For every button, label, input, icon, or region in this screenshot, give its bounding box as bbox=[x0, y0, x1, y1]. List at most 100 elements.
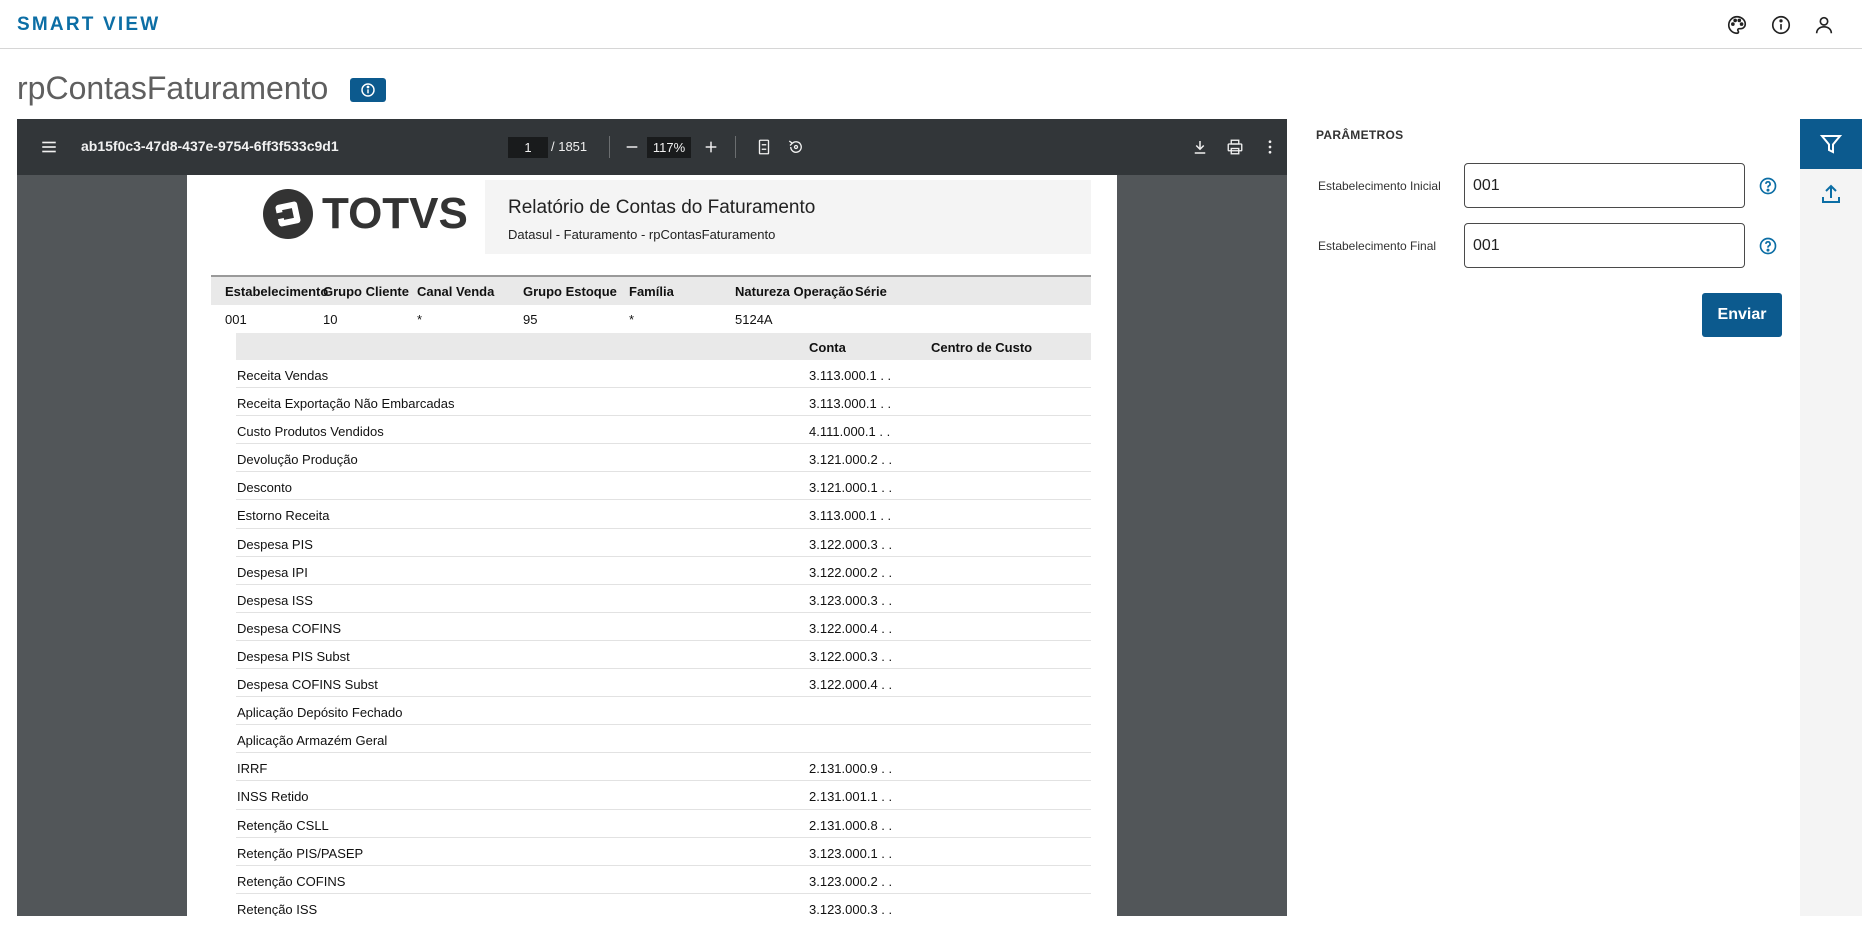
account-code: 3.123.000.2 . . bbox=[809, 873, 893, 889]
table-row: Retenção PIS/PASEP 3.123.000.1 . . bbox=[236, 838, 1091, 866]
account-name: Retenção COFINS bbox=[237, 873, 346, 889]
header-cell: Estabelecimento bbox=[225, 284, 329, 299]
account-code: 3.122.000.3 . . bbox=[809, 536, 893, 552]
table-row: Retenção ISS 3.123.000.3 . . bbox=[236, 894, 1091, 916]
estabelecimento-final-field[interactable] bbox=[1464, 223, 1745, 268]
account-name: Estorno Receita bbox=[237, 508, 330, 524]
account-name: INSS Retido bbox=[237, 789, 309, 805]
account-name: Retenção ISS bbox=[237, 901, 318, 916]
account-code: 4.111.000.1 . . bbox=[809, 424, 891, 440]
header-cell: Natureza Operação bbox=[735, 284, 854, 299]
minus-icon[interactable] bbox=[621, 136, 643, 158]
filter-header-row: Estabelecimento Grupo Cliente Canal Vend… bbox=[211, 275, 1091, 305]
pdf-viewer: ab15f0c3-47d8-437e-9754-6ff3f533c9d1 / 1… bbox=[17, 119, 1287, 916]
table-row: Retenção COFINS 3.123.000.2 . . bbox=[236, 866, 1091, 894]
report-header: Relatório de Contas do Faturamento Datas… bbox=[485, 180, 1091, 254]
header-cell: Série bbox=[855, 284, 887, 299]
account-code: 3.121.000.1 . . bbox=[809, 480, 893, 496]
account-code: 3.113.000.1 . . bbox=[809, 508, 892, 524]
header-cell: Grupo Cliente bbox=[323, 284, 409, 299]
account-name: Aplicação Depósito Fechado bbox=[237, 705, 403, 721]
estabelecimento-inicial-field[interactable] bbox=[1464, 163, 1745, 208]
palette-icon[interactable] bbox=[1726, 14, 1748, 36]
page-number-input[interactable] bbox=[508, 137, 548, 158]
help-icon[interactable] bbox=[1758, 176, 1778, 196]
header-cell: Centro de Custo bbox=[931, 340, 1033, 355]
account-name: IRRF bbox=[237, 761, 268, 777]
account-name: Aplicação Armazém Geral bbox=[237, 733, 388, 749]
table-row: Desconto 3.121.000.1 . . bbox=[236, 472, 1091, 501]
parameters-panel: PARÂMETROS Estabelecimento Inicial Estab… bbox=[1302, 119, 1800, 916]
logo-text: TOTVS bbox=[322, 189, 468, 238]
account-code: 3.122.000.4 . . bbox=[809, 677, 893, 693]
table-row: Receita Exportação Não Embarcadas 3.113.0… bbox=[236, 388, 1091, 417]
help-icon[interactable] bbox=[1758, 236, 1778, 256]
table-row: Despesa ISS 3.123.000.3 . . bbox=[236, 585, 1091, 613]
account-code: 3.113.000.1 . . bbox=[809, 368, 892, 383]
account-list: Receita Vendas 3.113.000.1 . . Receita Ex… bbox=[236, 360, 1091, 916]
parameters-title: PARÂMETROS bbox=[1316, 128, 1404, 142]
account-name: Despesa PIS bbox=[237, 536, 313, 552]
report-subtitle: Datasul - Faturamento - rpContasFaturame… bbox=[508, 227, 776, 242]
account-name: Despesa COFINS bbox=[237, 620, 342, 636]
filter-value-row: 001 10 * 95 * 5124A bbox=[211, 305, 1091, 333]
value-cell: 95 bbox=[523, 312, 538, 327]
account-code: 3.122.000.3 . . bbox=[809, 648, 893, 664]
toolbar-divider bbox=[609, 136, 610, 158]
side-rail bbox=[1800, 119, 1862, 916]
account-code: 2.131.001.1 . . bbox=[809, 789, 893, 805]
account-name: Receita Exportação Não Embarcadas bbox=[237, 396, 455, 412]
pdf-page: TOTVS Relatório de Contas do Faturamento… bbox=[187, 175, 1117, 916]
account-header-row: Conta Centro de Custo bbox=[236, 333, 1091, 360]
rotate-icon[interactable] bbox=[784, 135, 808, 159]
table-row: Despesa PIS Subst 3.122.000.3 . . bbox=[236, 641, 1091, 670]
download-icon[interactable] bbox=[1188, 135, 1212, 159]
fit-page-icon[interactable] bbox=[752, 135, 776, 159]
value-cell: 5124A bbox=[735, 312, 773, 327]
account-code: 3.123.000.1 . . bbox=[809, 845, 893, 861]
table-row: Despesa COFINS 3.122.000.4 . . bbox=[236, 613, 1091, 641]
submit-button[interactable]: Enviar bbox=[1702, 293, 1782, 337]
zoom-level[interactable]: 117% bbox=[647, 137, 691, 158]
table-row: Retenção CSLL 2.131.000.8 . . bbox=[236, 810, 1091, 838]
report-info-button[interactable] bbox=[350, 78, 386, 102]
account-name: Receita Vendas bbox=[237, 368, 329, 383]
menu-icon[interactable] bbox=[37, 135, 61, 159]
table-row: Aplicação Armazém Geral bbox=[236, 725, 1091, 754]
account-code: 3.123.000.3 . . bbox=[809, 592, 893, 608]
header-cell: Grupo Estoque bbox=[523, 284, 617, 299]
account-name: Despesa ISS bbox=[237, 592, 313, 608]
account-name: Retenção CSLL bbox=[237, 817, 329, 833]
app-brand[interactable]: SMART VIEW bbox=[17, 14, 160, 36]
more-vertical-icon[interactable] bbox=[1258, 135, 1282, 159]
top-bar: SMART VIEW bbox=[0, 0, 1862, 49]
account-name: Custo Produtos Vendidos bbox=[237, 424, 384, 440]
field-label: Estabelecimento Final bbox=[1318, 239, 1437, 253]
toolbar-divider bbox=[735, 136, 736, 158]
page-total: / 1851 bbox=[551, 139, 588, 154]
account-name: Devolução Produção bbox=[237, 452, 358, 468]
table-row: Receita Vendas 3.113.000.1 . . bbox=[236, 360, 1091, 389]
page-title: rpContasFaturamento bbox=[17, 70, 329, 106]
value-cell: 001 bbox=[225, 312, 247, 327]
header-cell: Conta bbox=[809, 340, 846, 355]
info-icon bbox=[361, 83, 375, 97]
totvs-logo: TOTVS bbox=[262, 188, 468, 240]
print-icon[interactable] bbox=[1223, 135, 1247, 159]
plus-icon[interactable] bbox=[700, 136, 722, 158]
info-icon[interactable] bbox=[1770, 14, 1792, 36]
account-name: Despesa IPI bbox=[237, 564, 308, 580]
account-code: 3.113.000.1 . . bbox=[809, 396, 892, 412]
account-name: Despesa COFINS Subst bbox=[237, 677, 378, 693]
table-row: Estorno Receita 3.113.000.1 . . bbox=[236, 500, 1091, 529]
account-name: Desconto bbox=[237, 480, 292, 496]
user-icon[interactable] bbox=[1813, 14, 1835, 36]
filter-icon[interactable] bbox=[1800, 119, 1862, 169]
table-row: Despesa IPI 3.122.000.2 . . bbox=[236, 557, 1091, 585]
table-row: IRRF 2.131.000.9 . . bbox=[236, 753, 1091, 782]
field-label: Estabelecimento Inicial bbox=[1318, 179, 1441, 193]
report-title: Relatório de Contas do Faturamento bbox=[508, 197, 816, 218]
account-code: 3.121.000.2 . . bbox=[809, 452, 893, 468]
account-code: 3.122.000.4 . . bbox=[809, 620, 893, 636]
upload-icon[interactable] bbox=[1800, 169, 1862, 219]
